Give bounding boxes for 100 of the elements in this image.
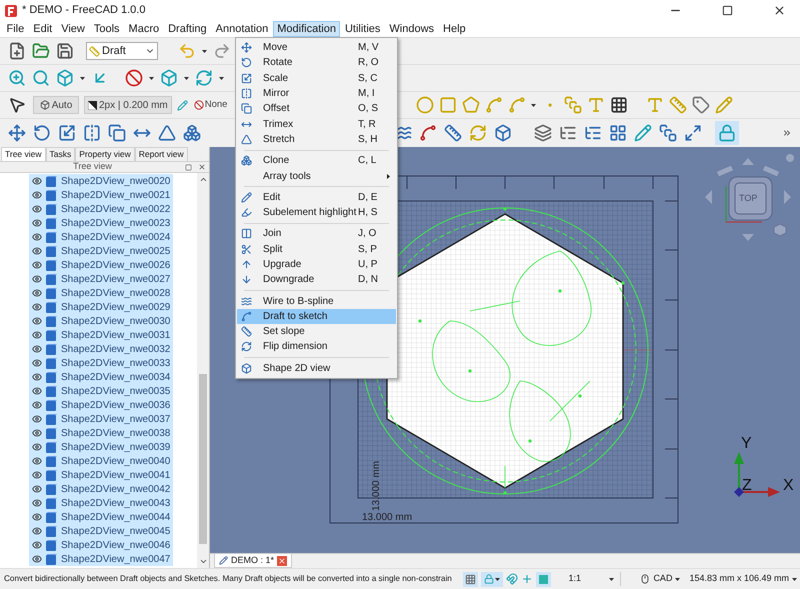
menu-entry[interactable]: Edit D, E — [237, 190, 396, 205]
caret-icon[interactable] — [495, 578, 500, 580]
menu-entry[interactable]: Set slope — [237, 324, 396, 340]
menu-entry[interactable]: Downgrade D, N — [237, 272, 396, 288]
stacked-squares-icon[interactable] — [659, 124, 677, 142]
menu-item[interactable]: Help — [439, 21, 470, 37]
tab-close-button[interactable] — [277, 556, 288, 566]
view-toggle[interactable] — [536, 572, 552, 586]
tree-item[interactable]: Shape2DView_nwe0028 — [29, 286, 174, 300]
tree-list-icon[interactable] — [559, 124, 577, 142]
menu-item[interactable]: Drafting — [164, 21, 211, 37]
tree-item[interactable]: Shape2DView_nwe0042 — [29, 482, 174, 496]
menu-item[interactable]: Utilities — [340, 21, 384, 37]
eye-icon[interactable] — [32, 302, 42, 312]
lock-toggle[interactable] — [715, 121, 739, 145]
cube-icon[interactable] — [494, 124, 512, 142]
panel-tab[interactable]: Tree view — [1, 147, 46, 161]
menu-item[interactable]: Modification — [273, 21, 340, 37]
up-chevron-icon[interactable] — [198, 175, 208, 184]
eye-icon[interactable] — [32, 190, 42, 200]
menu-entry[interactable]: Offset O, S — [237, 101, 396, 116]
caret-icon[interactable] — [202, 50, 207, 52]
menu-entry[interactable]: Rotate R, O — [237, 55, 396, 71]
menu-entry[interactable]: Join J, O — [237, 226, 396, 242]
menu-entry[interactable]: Move M, V — [237, 40, 396, 56]
eye-icon[interactable] — [32, 498, 42, 508]
dimension-dropdown[interactable]: 154.83 mm x 106.49 mm — [686, 572, 800, 586]
menu-entry[interactable]: Flip dimension — [237, 339, 396, 355]
menu-item[interactable]: Annotation — [212, 21, 272, 37]
tree-item[interactable]: Shape2DView_nwe0026 — [29, 258, 174, 272]
tree-item[interactable]: Shape2DView_nwe0043 — [29, 496, 174, 510]
eye-icon[interactable] — [32, 372, 42, 382]
hatch-icon[interactable] — [610, 96, 628, 114]
mirror-icon[interactable] — [83, 124, 101, 142]
save-icon[interactable] — [56, 42, 74, 60]
tree-list-icon[interactable] — [584, 124, 602, 142]
menu-item[interactable]: File — [2, 21, 28, 37]
caret-icon[interactable] — [184, 76, 189, 80]
menu-entry[interactable]: Shape 2D view — [237, 360, 396, 376]
layers-icon[interactable] — [534, 124, 552, 142]
tree-item[interactable]: Shape2DView_nwe0024 — [29, 230, 174, 244]
eye-icon[interactable] — [32, 246, 42, 256]
menu-entry[interactable]: Split S, P — [237, 242, 396, 257]
eye-icon[interactable] — [32, 288, 42, 298]
close-icon[interactable] — [773, 4, 786, 17]
scale-dropdown[interactable]: 1:1 — [565, 572, 618, 586]
cube-icon[interactable] — [160, 69, 178, 87]
panel-tab[interactable]: Tasks — [46, 147, 76, 161]
construction-mode-button[interactable]: Auto — [33, 96, 79, 114]
document-tab[interactable]: DEMO : 1* — [214, 554, 292, 568]
caret-icon[interactable] — [609, 578, 614, 580]
menu-item[interactable]: Macro — [124, 21, 164, 37]
eye-icon[interactable] — [32, 218, 42, 228]
tree-item[interactable]: Shape2DView_nwe0023 — [29, 216, 174, 230]
eye-icon[interactable] — [32, 176, 42, 186]
eye-icon[interactable] — [32, 204, 42, 214]
magnifier-icon[interactable] — [32, 69, 50, 87]
rotate-arrow-icon[interactable] — [33, 124, 51, 142]
caret-icon[interactable] — [149, 76, 154, 80]
menu-item[interactable]: Edit — [29, 21, 56, 37]
eye-icon[interactable] — [32, 316, 42, 326]
eye-icon[interactable] — [32, 554, 42, 564]
menu-entry[interactable]: Mirror M, I — [237, 86, 396, 102]
cube-icon[interactable] — [56, 69, 74, 87]
menu-item[interactable]: View — [57, 21, 89, 37]
eye-icon[interactable] — [32, 442, 42, 452]
tree-item[interactable]: Shape2DView_nwe0030 — [29, 314, 174, 328]
menu-entry[interactable]: Wire to B-spline — [237, 293, 396, 309]
tree-item[interactable]: Shape2DView_nwe0039 — [29, 440, 174, 454]
eye-icon[interactable] — [32, 330, 42, 340]
no-entry-icon[interactable] — [125, 69, 143, 87]
tree-item[interactable]: Shape2DView_nwe0022 — [29, 202, 174, 216]
eye-icon[interactable] — [32, 274, 42, 284]
eye-icon[interactable] — [32, 414, 42, 424]
menu-entry[interactable]: Array tools — [237, 168, 396, 184]
down-chevron-icon[interactable] — [198, 557, 208, 566]
tree-item[interactable]: Shape2DView_nwe0036 — [29, 398, 174, 412]
plus-icon[interactable] — [521, 573, 534, 585]
scrollbar[interactable] — [197, 173, 209, 568]
panel-tab[interactable]: Report view — [134, 147, 188, 161]
close-icon[interactable] — [198, 163, 206, 171]
menu-item[interactable]: Windows — [385, 21, 438, 37]
menu-entry[interactable]: Upgrade U, P — [237, 256, 396, 272]
float-icon[interactable] — [185, 164, 192, 170]
tree-item[interactable]: Shape2DView_nwe0033 — [29, 356, 174, 370]
tree-item[interactable]: Shape2DView_nwe0034 — [29, 370, 174, 384]
tree-item[interactable]: Shape2DView_nwe0037 — [29, 412, 174, 426]
menu-entry[interactable]: Trimex T, R — [237, 116, 396, 132]
navigation-style-dropdown[interactable]: CAD — [637, 572, 684, 586]
tree-item[interactable]: Shape2DView_nwe0032 — [29, 342, 174, 356]
more-icon[interactable] — [782, 128, 792, 138]
eye-icon[interactable] — [32, 344, 42, 354]
eye-icon[interactable] — [32, 540, 42, 550]
tree-item[interactable]: Shape2DView_nwe0041 — [29, 468, 174, 482]
menu-entry[interactable]: Stretch S, H — [237, 132, 396, 148]
panel-tab[interactable]: Property view — [75, 147, 135, 161]
color-button[interactable]: None — [192, 96, 228, 114]
zoom-icon[interactable] — [8, 69, 26, 87]
tree-item[interactable]: Shape2DView_nwe0031 — [29, 328, 174, 342]
menu-entry[interactable]: Clone C, L — [237, 153, 396, 168]
